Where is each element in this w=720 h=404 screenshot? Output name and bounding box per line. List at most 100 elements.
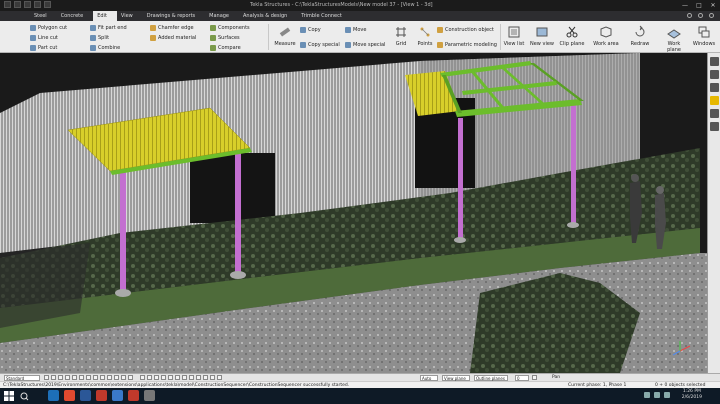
- select-grids-icon[interactable]: [114, 375, 119, 380]
- select-components-icon[interactable]: [100, 375, 105, 380]
- volume-icon[interactable]: [654, 392, 660, 398]
- edge-icon[interactable]: [80, 390, 91, 401]
- taskbar-clock[interactable]: 1:26 PM 2/6/2019: [682, 389, 702, 401]
- select-surfaces-icon[interactable]: [58, 375, 63, 380]
- undo-icon[interactable]: [34, 1, 41, 8]
- added-material-button[interactable]: Added material: [150, 34, 196, 41]
- recording-app-icon[interactable]: [128, 390, 139, 401]
- select-points-icon[interactable]: [65, 375, 70, 380]
- shelter-right-column-back[interactable]: [571, 103, 576, 223]
- snap-geom-icon[interactable]: [210, 375, 215, 380]
- menu-manage[interactable]: Manage: [205, 11, 239, 21]
- clip-plane-button[interactable]: Clip plane: [558, 25, 586, 47]
- split-button[interactable]: Split: [90, 34, 127, 41]
- added-material-label: Added material: [158, 34, 197, 41]
- part-cut-label: Part cut: [38, 44, 58, 51]
- snap-ref-icon[interactable]: [203, 375, 208, 380]
- side-pane-views-icon[interactable]: [710, 83, 719, 92]
- copy-special-button[interactable]: Copy special: [300, 41, 340, 48]
- menu-edit[interactable]: Edit: [93, 11, 117, 21]
- save-icon[interactable]: [24, 1, 31, 8]
- model-viewport-3d[interactable]: [0, 53, 720, 373]
- points-button[interactable]: Points: [411, 25, 439, 47]
- snap-center-icon[interactable]: [154, 375, 159, 380]
- lock-icon[interactable]: [532, 375, 537, 380]
- app-icon[interactable]: [144, 390, 155, 401]
- menu-analysis-design[interactable]: Analysis & design: [239, 11, 297, 21]
- snap-intersection-icon[interactable]: [161, 375, 166, 380]
- snap-end-icon[interactable]: [140, 375, 145, 380]
- components-button[interactable]: Components: [210, 24, 250, 31]
- redraw-button[interactable]: Redraw: [626, 25, 654, 47]
- search-icon[interactable]: [16, 390, 44, 402]
- snap-nearest-icon[interactable]: [182, 375, 187, 380]
- file-explorer-icon[interactable]: [48, 390, 59, 401]
- menu-concrete[interactable]: Concrete: [57, 11, 94, 21]
- media-player-icon[interactable]: [96, 390, 107, 401]
- chrome-icon[interactable]: [64, 390, 75, 401]
- work-area-button[interactable]: Work area: [592, 25, 620, 47]
- parametric-modeling-button[interactable]: Parametric modeling: [437, 41, 497, 48]
- select-all-icon[interactable]: [44, 375, 49, 380]
- new-view-button[interactable]: New view: [528, 25, 556, 47]
- help-icon[interactable]: [709, 13, 714, 18]
- snap-line-icon[interactable]: [175, 375, 180, 380]
- menu-trimble-connect[interactable]: Trimble Connect: [297, 11, 352, 21]
- chamfer-edge-button[interactable]: Chamfer edge: [150, 24, 196, 31]
- new-icon[interactable]: [4, 1, 11, 8]
- shelter-right-column-front[interactable]: [458, 118, 463, 238]
- surfaces-button[interactable]: Surfaces: [210, 34, 250, 41]
- redo-icon[interactable]: [44, 1, 51, 8]
- select-reference-icon[interactable]: [128, 375, 133, 380]
- maximize-button[interactable]: □: [692, 0, 706, 11]
- select-bolts-icon[interactable]: [93, 375, 98, 380]
- side-pane-catalog-icon[interactable]: [710, 70, 719, 79]
- work-plane-button[interactable]: Work plane: [660, 25, 688, 53]
- scissors-icon: [566, 26, 578, 38]
- side-pane-list-icon[interactable]: [710, 122, 719, 131]
- polygon-cut-button[interactable]: Polygon cut: [30, 24, 67, 31]
- open-icon[interactable]: [14, 1, 21, 8]
- windows-icon: [698, 26, 710, 38]
- select-grid-lines-icon[interactable]: [121, 375, 126, 380]
- tekla-structures-icon[interactable]: [112, 390, 123, 401]
- user-icon[interactable]: [698, 13, 703, 18]
- snap-mid-icon[interactable]: [147, 375, 152, 380]
- move-button[interactable]: Move: [345, 26, 385, 33]
- snap-perpendicular-icon[interactable]: [168, 375, 173, 380]
- menu-view[interactable]: View: [117, 11, 143, 21]
- select-cuts-icon[interactable]: [79, 375, 84, 380]
- battery-icon[interactable]: [664, 392, 670, 398]
- move-special-button[interactable]: Move special: [345, 41, 385, 48]
- construction-object-button[interactable]: Construction object: [437, 26, 497, 33]
- side-pane-settings-icon[interactable]: [710, 109, 719, 118]
- windows-start-icon[interactable]: [4, 391, 14, 401]
- snap-any-icon[interactable]: [189, 375, 194, 380]
- compare-button[interactable]: Compare: [210, 44, 250, 51]
- search-icon[interactable]: [687, 13, 692, 18]
- part-cut-button[interactable]: Part cut: [30, 44, 67, 51]
- shelter-left-column-back[interactable]: [235, 153, 241, 273]
- windows-button[interactable]: Windows: [690, 25, 718, 47]
- select-assemblies-icon[interactable]: [107, 375, 112, 380]
- view-list-button[interactable]: View list: [500, 25, 528, 47]
- select-welds-icon[interactable]: [72, 375, 77, 380]
- minimize-button[interactable]: —: [678, 0, 692, 11]
- snap-point-cloud-icon[interactable]: [217, 375, 222, 380]
- fit-part-end-button[interactable]: Fit part end: [90, 24, 127, 31]
- copy-button[interactable]: Copy: [300, 26, 340, 33]
- redraw-icon: [635, 25, 645, 37]
- menu-steel[interactable]: Steel: [30, 11, 57, 21]
- shelter-left-column-front[interactable]: [120, 171, 126, 291]
- line-cut-button[interactable]: Line cut: [30, 34, 67, 41]
- select-views-icon[interactable]: [86, 375, 91, 380]
- combine-button[interactable]: Combine: [90, 44, 127, 51]
- side-pane-trimble-icon[interactable]: [710, 96, 719, 105]
- measure-button[interactable]: Measure: [271, 25, 299, 47]
- close-button[interactable]: ✕: [706, 0, 720, 11]
- side-pane-properties-icon[interactable]: [710, 57, 719, 66]
- menu-drawings-reports[interactable]: Drawings & reports: [143, 11, 205, 21]
- network-icon[interactable]: [644, 392, 650, 398]
- snap-grid-icon[interactable]: [196, 375, 201, 380]
- select-parts-icon[interactable]: [51, 375, 56, 380]
